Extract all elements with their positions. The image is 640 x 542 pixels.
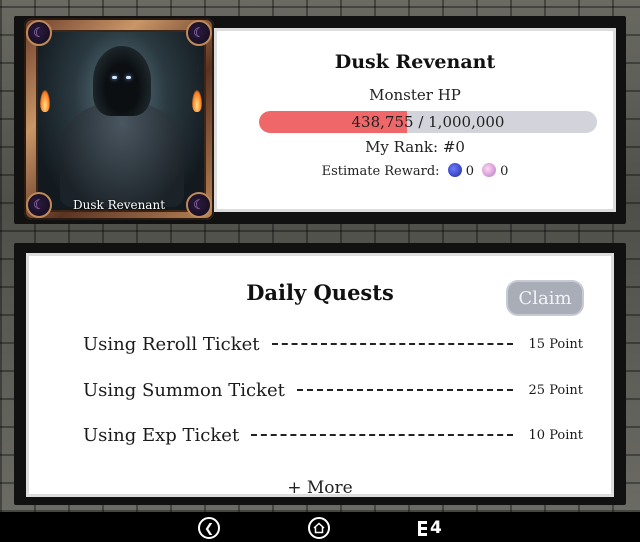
more-link[interactable]: + More — [29, 478, 611, 498]
estimate-reward: Estimate Reward: 0 0 — [217, 163, 613, 179]
moon-gem-icon: ☾ — [186, 20, 212, 46]
monster-card: ☾ ☾ ☾ ☾ Dusk Revenant — [24, 18, 214, 220]
menu-button[interactable]: 4 — [418, 518, 442, 538]
eye-left — [112, 76, 117, 79]
pink-gem-icon — [482, 163, 497, 177]
quest-label: Using Exp Ticket — [83, 424, 240, 446]
hp-bar: 438,755 / 1,000,000 — [259, 111, 597, 133]
quest-row: Using Reroll Ticket 15 Point — [83, 331, 583, 357]
bottom-nav: ❮ 4 — [0, 512, 640, 542]
quest-label: Using Summon Ticket — [83, 379, 285, 401]
eye-right — [126, 76, 131, 79]
monster-art — [36, 30, 206, 212]
dashed-divider — [251, 434, 513, 436]
moon-gem-icon: ☾ — [26, 20, 52, 46]
menu-list-icon — [418, 520, 427, 536]
reward-value-1: 0 — [465, 164, 474, 179]
card-name: Dusk Revenant — [72, 198, 166, 212]
blue-coin-icon — [447, 163, 462, 177]
flame-icon — [192, 90, 202, 112]
boss-panel: ☾ ☾ ☾ ☾ Dusk Revenant Dusk Revenant Mons… — [14, 16, 626, 224]
menu-count: 4 — [430, 518, 442, 538]
reaper-hood — [93, 46, 151, 116]
hp-text: 438,755 / 1,000,000 — [351, 113, 505, 131]
reward-label: Estimate Reward: — [321, 164, 440, 179]
dashed-divider — [271, 343, 513, 345]
home-icon — [313, 522, 325, 534]
quest-card: Daily Quests Claim Using Reroll Ticket 1… — [26, 253, 614, 498]
quest-row: Using Summon Ticket 25 Point — [83, 377, 583, 403]
hp-label: Monster HP — [369, 86, 461, 104]
my-rank: My Rank: #0 — [365, 138, 465, 156]
chevron-left-icon: ❮ — [203, 521, 215, 535]
quest-panel: Daily Quests Claim Using Reroll Ticket 1… — [14, 243, 626, 505]
reaper-body — [60, 102, 184, 207]
quest-points: 15 Point — [528, 336, 583, 352]
quest-label: Using Reroll Ticket — [83, 333, 260, 355]
back-button[interactable]: ❮ — [198, 517, 220, 539]
flame-icon — [40, 90, 50, 112]
quest-points: 10 Point — [528, 427, 583, 443]
dashed-divider — [296, 389, 513, 391]
quest-points: 25 Point — [528, 382, 583, 398]
home-button[interactable] — [308, 517, 330, 539]
boss-name: Dusk Revenant — [334, 51, 496, 73]
claim-button[interactable]: Claim — [506, 280, 584, 316]
quest-row: Using Exp Ticket 10 Point — [83, 422, 583, 448]
reward-value-2: 0 — [500, 164, 509, 179]
boss-info: Dusk Revenant Monster HP 438,755 / 1,000… — [214, 28, 616, 212]
